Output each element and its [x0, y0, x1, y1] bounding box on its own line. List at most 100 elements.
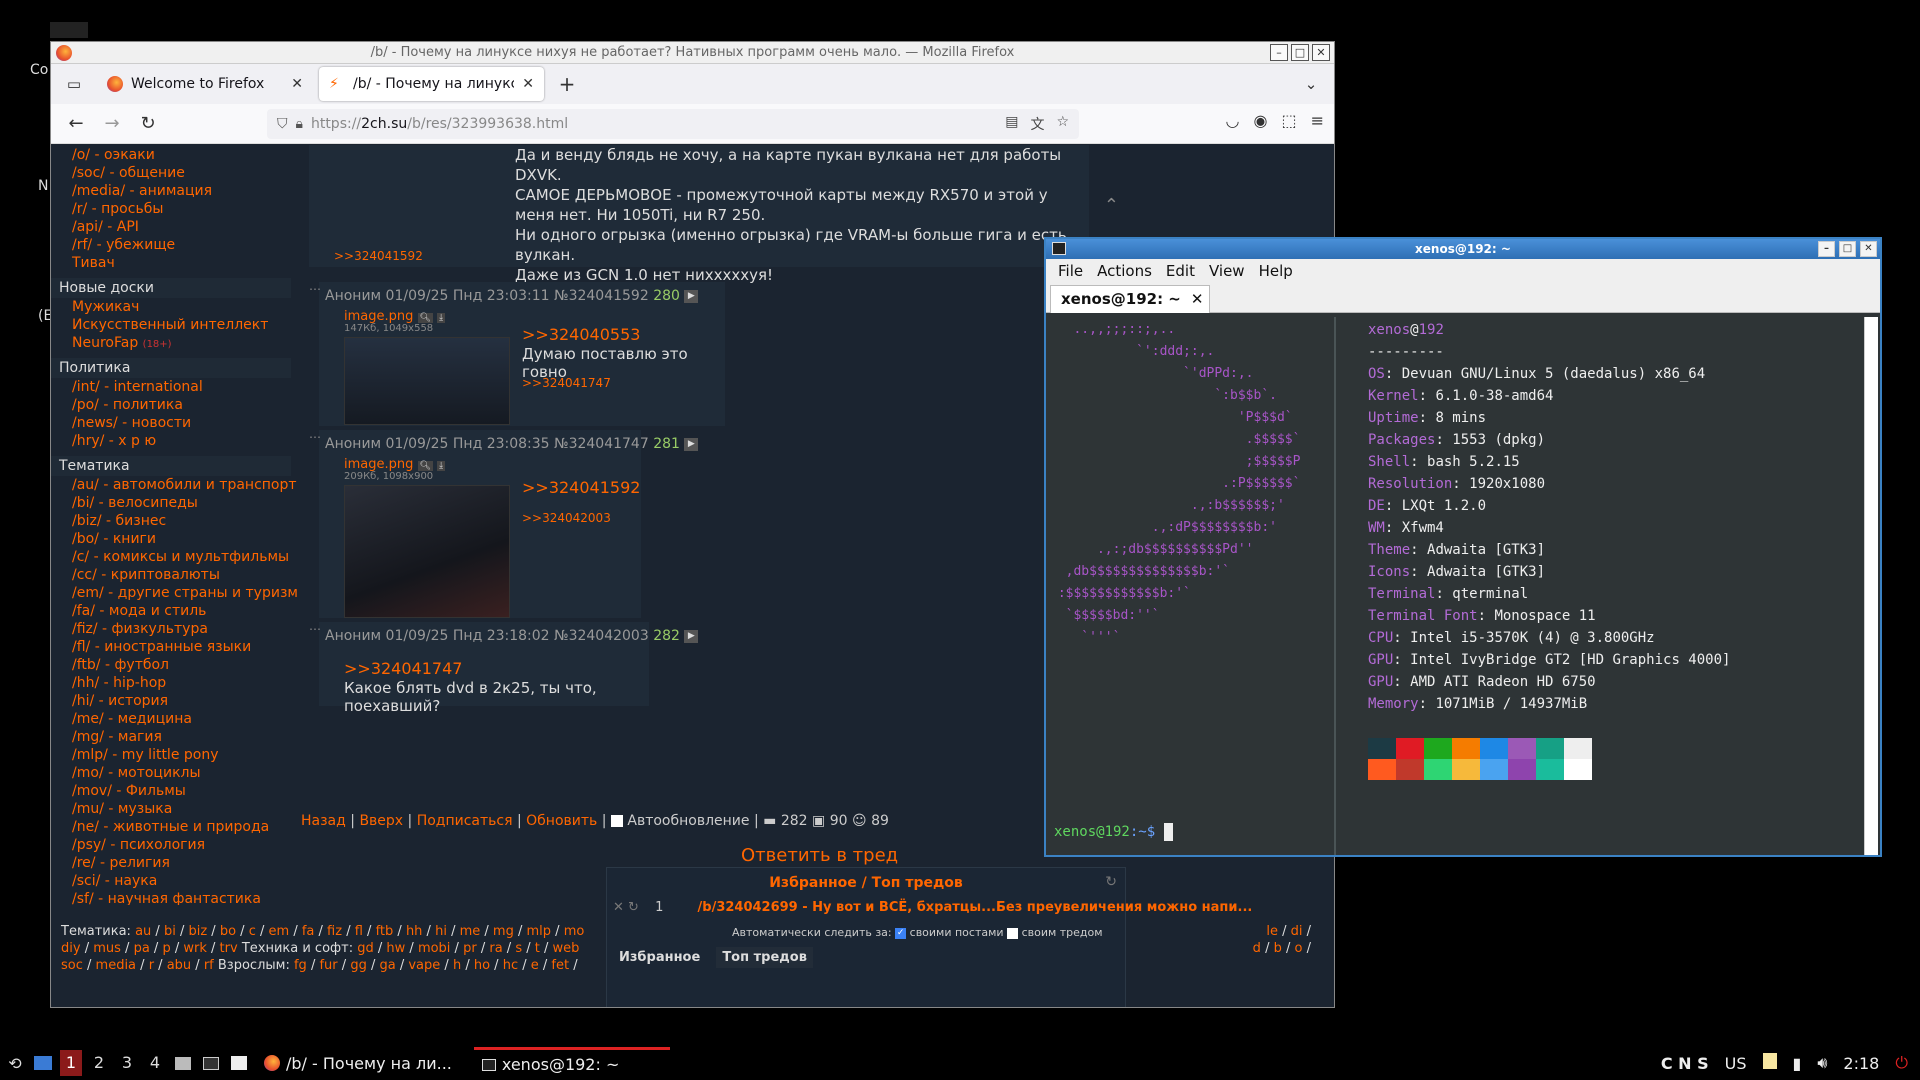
sidebar-board-link[interactable]: /me/ - медицина — [51, 710, 301, 728]
board-link[interactable]: c — [249, 924, 256, 939]
menu-actions[interactable]: Actions — [1097, 262, 1152, 280]
sidebar-board-link[interactable]: /mu/ - музыка — [51, 800, 301, 818]
board-link[interactable]: t — [535, 941, 540, 956]
menu-help[interactable]: Help — [1259, 262, 1293, 280]
close-button[interactable]: ✕ — [1860, 241, 1877, 257]
reply-link[interactable]: >>324041592 — [334, 249, 423, 263]
board-link[interactable]: b — [1274, 941, 1282, 956]
post-thumbnail[interactable] — [344, 337, 510, 425]
terminal-launcher-icon[interactable] — [200, 1052, 222, 1074]
board-link[interactable]: s — [515, 941, 522, 956]
sidebar-board-link[interactable]: /cc/ - криптовалюты — [51, 566, 301, 584]
terminal-output[interactable]: ..,,;;;::;,.. `':ddd;:,. `'dPPd:,. `:b$$… — [1050, 317, 1862, 855]
reply-to-thread-link[interactable]: Ответить в тред — [741, 845, 898, 866]
sidebar-board-link[interactable]: /sci/ - наука — [51, 872, 301, 890]
sidebar-board-link[interactable]: /em/ - другие страны и туризм — [51, 584, 301, 602]
workspace-4[interactable]: 4 — [144, 1050, 166, 1076]
workspace-1[interactable]: 1 — [60, 1050, 82, 1076]
board-link[interactable]: gd — [357, 941, 374, 956]
close-tab-icon[interactable]: ✕ — [522, 76, 534, 92]
board-link[interactable]: ftb — [376, 924, 394, 939]
menu-view[interactable]: View — [1209, 262, 1245, 280]
text-editor-icon[interactable] — [228, 1052, 250, 1074]
url-bar[interactable]: ⛉ 🔒︎ https://2ch.su/b/res/323993638.html… — [267, 109, 1079, 139]
board-link[interactable]: pr — [463, 941, 477, 956]
menu-hamburger-icon[interactable]: ≡ — [1311, 111, 1324, 130]
board-link[interactable]: fiz — [327, 924, 342, 939]
close-tab-icon[interactable]: ✕ — [291, 76, 303, 92]
account-icon[interactable]: ◉ — [1254, 111, 1268, 130]
board-link[interactable]: soc — [61, 958, 83, 973]
sidebar-board-link[interactable]: /int/ - international — [51, 378, 301, 396]
clipboard-icon[interactable] — [1762, 1053, 1777, 1073]
board-link[interactable]: bo — [220, 924, 236, 939]
sidebar-board-link[interactable]: /media/ - анимация — [51, 182, 301, 200]
image-filename[interactable]: image.png 🔍︎ ⤓ — [344, 457, 446, 472]
close-button[interactable]: ✕ — [1312, 44, 1330, 61]
power-icon[interactable]: ⏻ — [1895, 1053, 1908, 1073]
refresh-icon[interactable]: ↻ — [1105, 874, 1117, 890]
sidebar-board-link[interactable]: /re/ - религия — [51, 854, 301, 872]
board-link[interactable]: d — [1253, 941, 1261, 956]
menu-file[interactable]: File — [1058, 262, 1083, 280]
board-link[interactable]: fur — [319, 958, 337, 973]
sidebar-board-link[interactable]: /psy/ - психология — [51, 836, 301, 854]
terminal-titlebar[interactable]: xenos@192: ~ – □ ✕ — [1046, 239, 1880, 259]
board-link[interactable]: ra — [489, 941, 502, 956]
favorite-thread-link[interactable]: /b/324042699 - Ну вот и ВСЁ, бхратцы...Б… — [698, 900, 1253, 915]
sidebar-board-link[interactable]: /ne/ - животные и природа — [51, 818, 301, 836]
sidebar-board-link[interactable]: /po/ - политика — [51, 396, 301, 414]
board-link[interactable]: fg — [294, 958, 307, 973]
refresh-icon[interactable]: ↻ — [628, 900, 639, 915]
play-icon[interactable]: ▶ — [684, 629, 699, 643]
back-arrow-icon[interactable]: ← — [61, 109, 91, 139]
shield-icon[interactable]: ⛉ — [277, 116, 288, 132]
board-link[interactable]: abu — [167, 958, 191, 973]
scroll-up-chevron-icon[interactable]: ⌃ — [1104, 195, 1119, 216]
sidebar-board-link[interactable]: Тивач — [51, 254, 301, 272]
tab-thread[interactable]: ⚡ /b/ - Почему на линуксе ✕ — [319, 67, 544, 101]
board-link[interactable]: h — [453, 958, 461, 973]
desktop-icon[interactable] — [50, 22, 88, 38]
sidebar-board-link[interactable]: /hh/ - hip-hop — [51, 674, 301, 692]
board-link[interactable]: mobi — [418, 941, 450, 956]
app-menu-icon[interactable]: ⟲ — [4, 1052, 26, 1074]
board-link[interactable]: mlp — [527, 924, 552, 939]
board-link[interactable]: gg — [350, 958, 367, 973]
board-link[interactable]: rf — [204, 958, 214, 973]
board-link[interactable]: fet — [551, 958, 569, 973]
quote-link[interactable]: >>324040553 — [522, 325, 640, 344]
sidebar-board-link[interactable]: /hi/ - история — [51, 692, 301, 710]
favorites-row[interactable]: ✕ ↻ 1 /b/324042699 - Ну вот и ВСЁ, бхрат… — [613, 900, 1252, 915]
board-link[interactable]: mg — [493, 924, 514, 939]
board-link[interactable]: fl — [355, 924, 363, 939]
autoupdate-checkbox[interactable] — [610, 815, 623, 827]
board-link[interactable]: le — [1266, 924, 1278, 939]
task-firefox[interactable]: /b/ - Почему на ли... — [256, 1047, 460, 1079]
play-icon[interactable]: ▶ — [684, 289, 699, 303]
list-tabs-chevron-icon[interactable]: ⌄ — [1296, 69, 1326, 99]
sidebar-board-link[interactable]: /fl/ - иностранные языки — [51, 638, 301, 656]
sidebar-board-link[interactable]: /bo/ - книги — [51, 530, 301, 548]
remove-icon[interactable]: ✕ — [613, 900, 624, 915]
sidebar-board-link[interactable]: /hry/ - х р ю — [51, 432, 301, 450]
post-menu-icon[interactable]: ⋯ — [309, 622, 321, 636]
menu-edit[interactable]: Edit — [1166, 262, 1195, 280]
board-link[interactable]: mus — [93, 941, 121, 956]
terminal-scrollbar[interactable] — [1864, 317, 1878, 855]
back-link[interactable]: Назад — [301, 813, 346, 829]
sidebar-board-link[interactable]: /r/ - просьбы — [51, 200, 301, 218]
board-link[interactable]: wrk — [183, 941, 207, 956]
sidebar-board-link[interactable]: /sf/ - научная фантастика — [51, 890, 301, 905]
play-icon[interactable]: ▶ — [684, 437, 699, 451]
lock-icon[interactable]: 🔒︎ — [296, 116, 303, 132]
bookmark-star-icon[interactable]: ☆ — [1056, 114, 1069, 134]
reader-view-icon[interactable]: ▤ — [1005, 114, 1018, 134]
firefox-titlebar[interactable]: /b/ - Почему на линуксе нихуя не работае… — [51, 42, 1334, 64]
board-link[interactable]: me — [460, 924, 481, 939]
volume-icon[interactable]: 🔊︎ — [1817, 1053, 1827, 1073]
board-link[interactable]: diy — [61, 941, 81, 956]
sidebar-board-link[interactable]: /mov/ - Фильмы — [51, 782, 301, 800]
sidebar-board-link[interactable]: /c/ - комиксы и мультфильмы — [51, 548, 301, 566]
image-filename[interactable]: image.png 🔍︎ ⤓ — [344, 309, 446, 324]
